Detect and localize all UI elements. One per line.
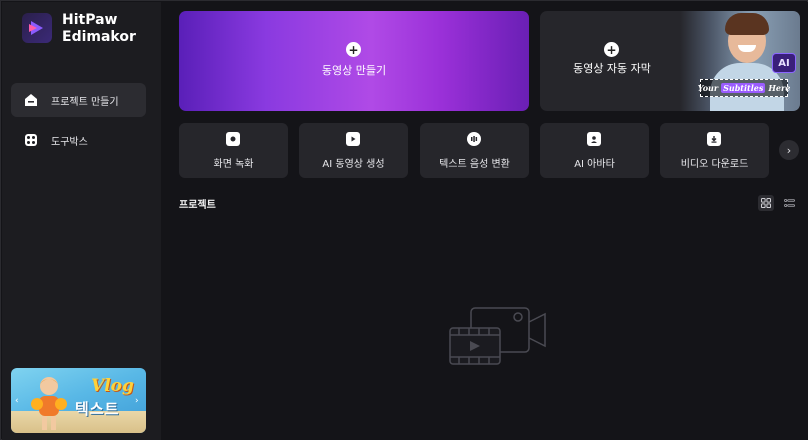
tool-video-download[interactable]: 비디오 다운로드 [660,123,769,178]
sidebar-item-label: 프로젝트 만들기 [51,96,119,108]
promo-next-icon[interactable]: › [135,396,139,406]
sidebar-item-label: 도구박스 [51,136,88,148]
create-video-label: 동영상 만들기 [321,64,387,77]
home-icon [23,92,39,108]
sidebar-item-create-project[interactable]: 프로젝트 만들기 [11,83,146,117]
projects-section-title: 프로젝트 [179,200,216,211]
auto-subtitle-label: 동영상 자동 자막 [573,62,651,75]
auto-subtitle-card[interactable]: + 동영상 자동 자막 AI Your Subtitles Here [540,11,800,111]
tool-text-to-speech[interactable]: 텍스트 음성 변환 [420,123,529,178]
toolbox-icon [23,132,39,148]
brand-line-1: HitPaw [62,12,118,28]
text-to-speech-icon [467,132,481,146]
ai-badge: AI [772,53,796,73]
tool-label: 화면 녹화 [213,159,254,170]
screen-record-icon [226,132,240,146]
sidebar: HitPaw Edimakor 프로젝트 만들기 도구박스 ‹ › Vlog 텍… [2,2,161,440]
create-video-card[interactable]: + 동영상 만들기 [179,11,529,111]
tool-ai-video[interactable]: AI 동영상 생성 [299,123,408,178]
tools-next-button[interactable]: › [779,140,799,160]
subtitle-word-prefix: Your [697,83,719,93]
tool-screen-record[interactable]: 화면 녹화 [179,123,288,178]
app-window: HitPaw Edimakor 프로젝트 만들기 도구박스 ‹ › Vlog 텍… [0,0,808,440]
tool-label: AI 아바타 [574,159,615,170]
tool-label: AI 동영상 생성 [322,159,385,170]
tool-ai-avatar[interactable]: AI 아바타 [540,123,649,178]
app-brand-name: HitPaw Edimakor [62,12,136,46]
promo-character-illustration [31,377,67,430]
tool-label: 텍스트 음성 변환 [439,159,510,170]
plus-icon: + [604,42,619,57]
promo-title: Vlog [91,376,134,396]
plus-icon: + [346,42,361,57]
download-icon [707,132,721,146]
list-view-icon [783,198,795,208]
promo-banner[interactable]: ‹ › Vlog 텍스트 [11,368,146,433]
grid-view-icon [761,198,771,208]
main-content: + 동영상 만들기 + 동영상 자동 자막 AI Your Subtitles … [161,2,808,440]
grid-view-button[interactable] [758,195,774,211]
brand-line-2: Edimakor [62,29,136,45]
chevron-right-icon: › [786,143,792,157]
avatar-icon [587,132,601,146]
list-view-button[interactable] [781,195,797,211]
subtitle-word-highlight: Subtitles [721,83,766,93]
promo-text: 텍스트 [75,400,120,418]
sample-subtitle: Your Subtitles Here [697,79,791,97]
subtitle-word-suffix: Here [768,83,791,93]
empty-projects-video-icon [449,307,546,365]
sidebar-item-toolbox[interactable]: 도구박스 [11,123,146,157]
subtitle-preview-image: AI Your Subtitles Here [680,11,800,111]
ai-video-icon [346,132,360,146]
tool-label: 비디오 다운로드 [680,159,749,170]
person-hair [725,13,769,35]
promo-prev-icon[interactable]: ‹ [15,396,19,406]
app-logo-icon [22,13,52,43]
